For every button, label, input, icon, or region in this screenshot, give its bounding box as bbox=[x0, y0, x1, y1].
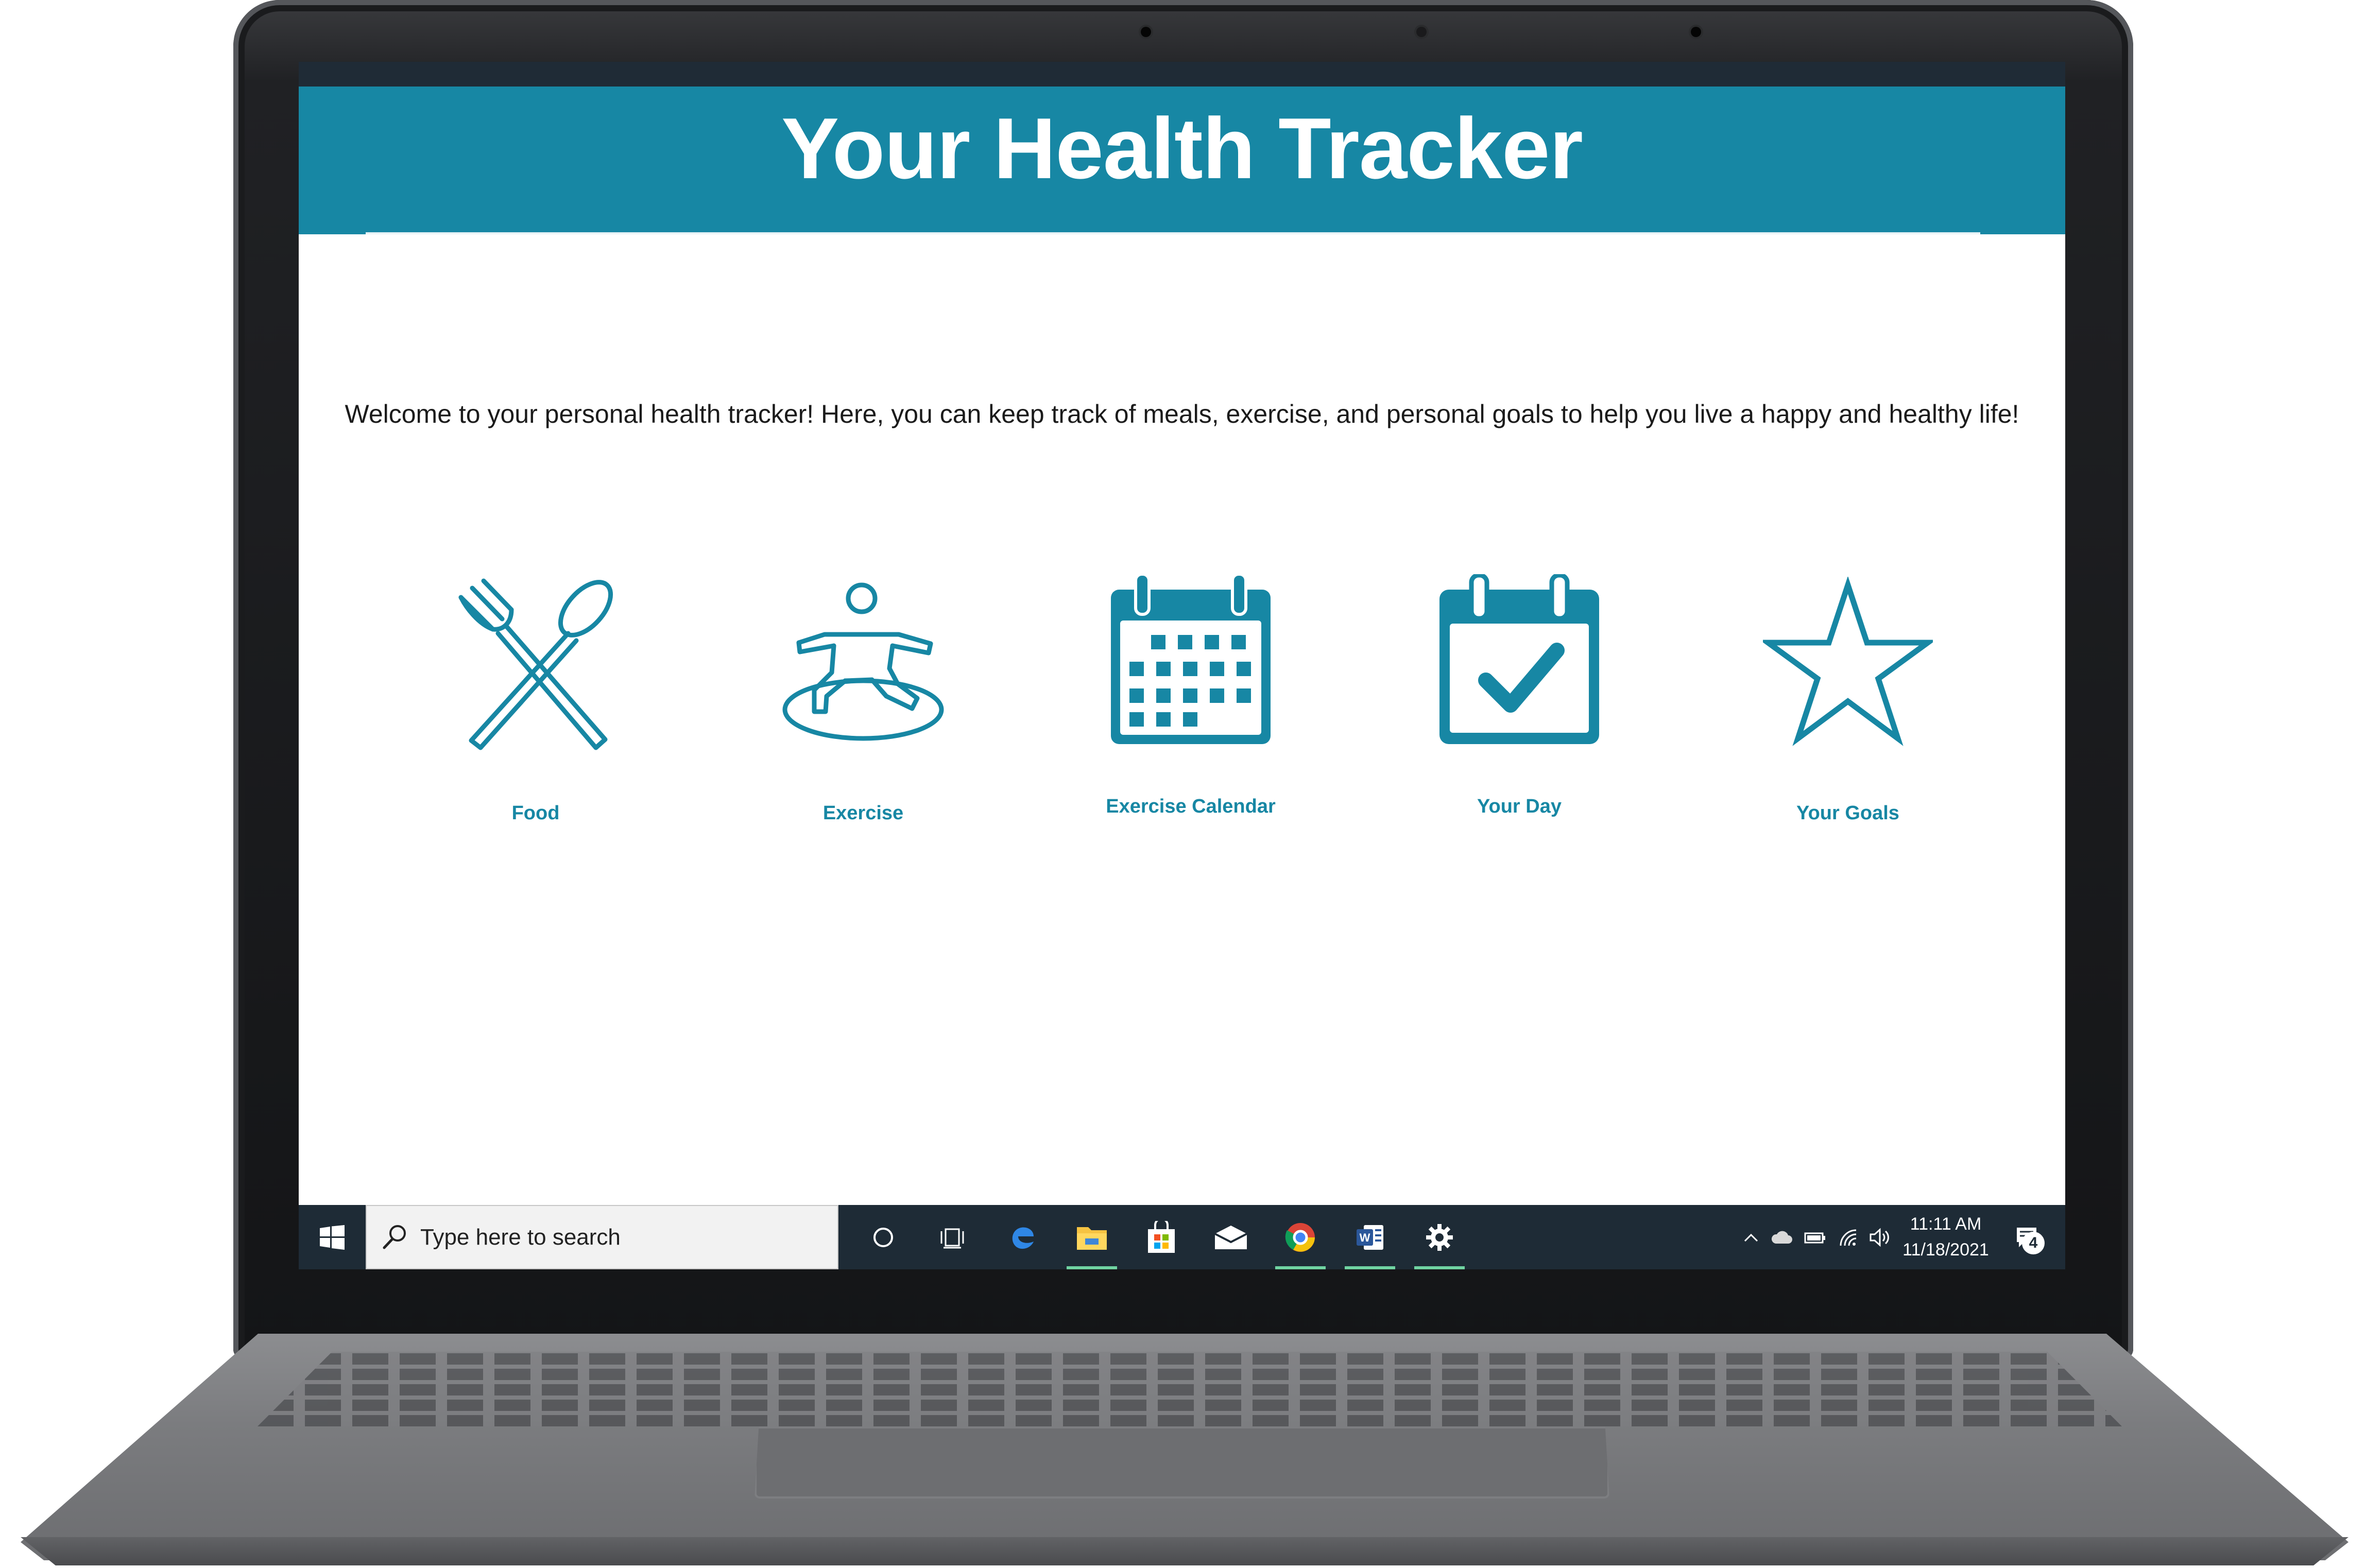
svg-text:W: W bbox=[1360, 1231, 1370, 1244]
task-view-button[interactable] bbox=[924, 1205, 981, 1269]
tile-your-day[interactable]: Your Day bbox=[1406, 574, 1633, 818]
store-button[interactable] bbox=[1133, 1205, 1190, 1269]
fork-spoon-icon bbox=[458, 578, 613, 750]
page-title: Your Health Tracker bbox=[781, 100, 1583, 197]
mail-icon bbox=[1214, 1225, 1247, 1249]
taskbar-search[interactable]: Type here to search bbox=[366, 1205, 838, 1269]
clock-time: 11:11 AM bbox=[1910, 1214, 1982, 1234]
laptop-base-edge bbox=[21, 1537, 2348, 1565]
tile-exercise[interactable]: Exercise bbox=[750, 577, 976, 824]
page-header: Your Health Tracker bbox=[299, 87, 2065, 234]
search-icon bbox=[383, 1225, 406, 1249]
edge-icon bbox=[1012, 1227, 1034, 1249]
start-button[interactable] bbox=[299, 1205, 366, 1269]
tile-your-day-label: Your Day bbox=[1477, 796, 1562, 817]
search-placeholder: Type here to search bbox=[420, 1224, 621, 1250]
tile-your-goals-label: Your Goals bbox=[1796, 802, 1899, 824]
screen: Your Health Tracker Welcome to your pers… bbox=[299, 62, 2065, 1269]
cortana-button[interactable] bbox=[855, 1205, 912, 1269]
calendar-icon bbox=[1111, 574, 1271, 744]
task-view-icon bbox=[940, 1228, 964, 1248]
chevron-up-icon bbox=[1744, 1233, 1758, 1242]
yoga-pose-icon bbox=[782, 582, 944, 741]
camera-dot bbox=[1141, 27, 1151, 37]
welcome-text: Welcome to your personal health tracker!… bbox=[345, 400, 2019, 428]
circle-icon bbox=[873, 1227, 893, 1247]
store-icon bbox=[1148, 1220, 1175, 1253]
wifi-tray[interactable] bbox=[1836, 1205, 1862, 1269]
header-divider bbox=[366, 232, 1980, 234]
notification-count-badge: 4 bbox=[2022, 1231, 2045, 1254]
speaker-icon bbox=[1870, 1228, 1889, 1247]
tile-exercise-calendar[interactable]: Exercise Calendar bbox=[1077, 574, 1304, 818]
taskbar-clock[interactable]: 11:11 AM 11/18/2021 bbox=[1897, 1211, 1995, 1263]
tile-food[interactable]: Food bbox=[422, 577, 649, 824]
windows-logo-icon bbox=[320, 1225, 345, 1250]
camera-dot bbox=[1691, 27, 1701, 37]
action-center-button[interactable]: 4 bbox=[2009, 1205, 2045, 1269]
settings-button[interactable] bbox=[1411, 1205, 1468, 1269]
wifi-icon bbox=[1840, 1229, 1857, 1246]
word-button[interactable]: W bbox=[1342, 1205, 1398, 1269]
star-icon bbox=[1763, 577, 1933, 746]
taskbar: Type here to search W 11:11 AM 11/18/202… bbox=[299, 1205, 2065, 1269]
file-explorer-button[interactable] bbox=[1064, 1205, 1120, 1269]
chrome-icon bbox=[1285, 1222, 1315, 1252]
cloud-icon bbox=[1771, 1231, 1792, 1244]
trackpad bbox=[755, 1426, 1609, 1498]
edge-button[interactable] bbox=[994, 1205, 1051, 1269]
tile-exercise-calendar-label: Exercise Calendar bbox=[1106, 796, 1276, 817]
tray-overflow-button[interactable] bbox=[1741, 1205, 1761, 1269]
calendar-check-icon bbox=[1439, 574, 1599, 744]
tile-exercise-label: Exercise bbox=[822, 802, 904, 824]
window-top-strip bbox=[299, 62, 2065, 87]
tile-food-label: Food bbox=[511, 802, 560, 824]
camera-lens bbox=[1416, 27, 1427, 37]
word-icon: W bbox=[1357, 1225, 1383, 1250]
mail-button[interactable] bbox=[1203, 1205, 1259, 1269]
keyboard bbox=[258, 1352, 2122, 1426]
volume-tray[interactable] bbox=[1867, 1205, 1893, 1269]
tile-your-goals[interactable]: Your Goals bbox=[1735, 577, 1961, 824]
battery-tray[interactable] bbox=[1803, 1205, 1828, 1269]
battery-icon bbox=[1804, 1232, 1825, 1243]
folder-icon bbox=[1077, 1227, 1107, 1250]
gear-icon bbox=[1426, 1224, 1453, 1251]
onedrive-tray[interactable] bbox=[1769, 1205, 1795, 1269]
clock-date: 11/18/2021 bbox=[1902, 1240, 1989, 1260]
chrome-button[interactable] bbox=[1272, 1205, 1329, 1269]
